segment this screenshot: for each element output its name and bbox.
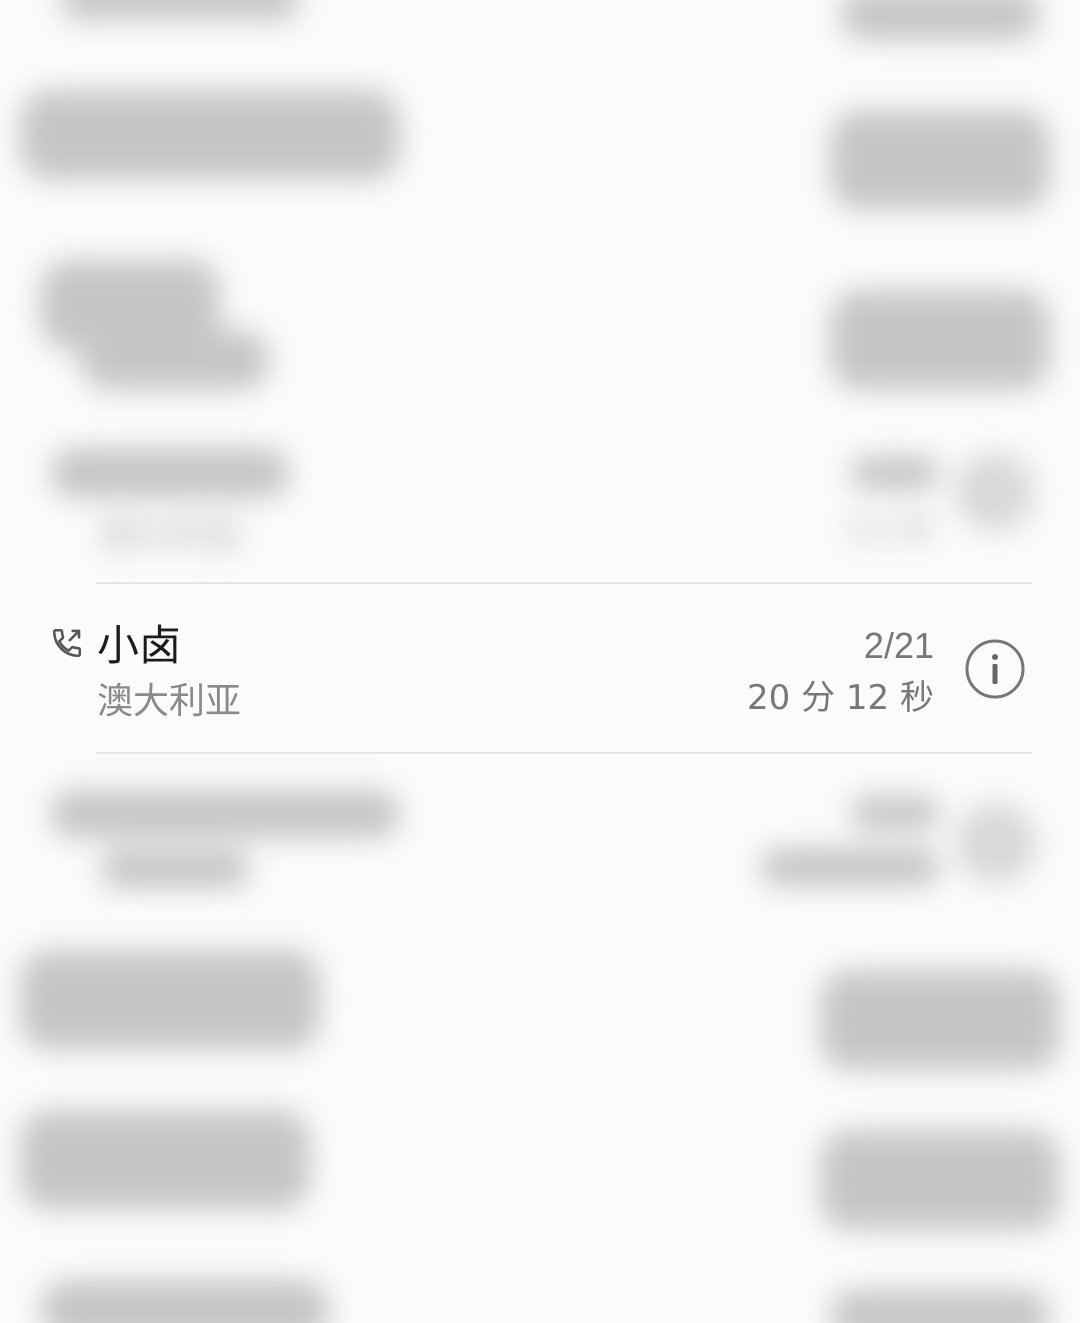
blurred-call-location: 澳大利亚 <box>98 515 243 556</box>
divider-bottom <box>96 752 1032 754</box>
call-duration: 20 分 12 秒 <box>747 678 934 718</box>
call-details-button[interactable] <box>964 638 1026 700</box>
outgoing-call-icon <box>50 626 84 660</box>
call-log-screen: 澳大利亚 15 秒 小卤 澳大利亚 2/21 20 分 12 秒 <box>0 0 1080 1323</box>
divider-top <box>96 582 1032 584</box>
call-log-item[interactable]: 小卤 澳大利亚 2/21 20 分 12 秒 <box>0 586 1080 752</box>
contact-name: 小卤 <box>97 621 182 670</box>
contact-location: 澳大利亚 <box>97 681 242 722</box>
info-icon <box>964 639 1026 704</box>
blurred-call-duration: 15 秒 <box>845 510 934 550</box>
call-date: 2/21 <box>863 625 934 666</box>
